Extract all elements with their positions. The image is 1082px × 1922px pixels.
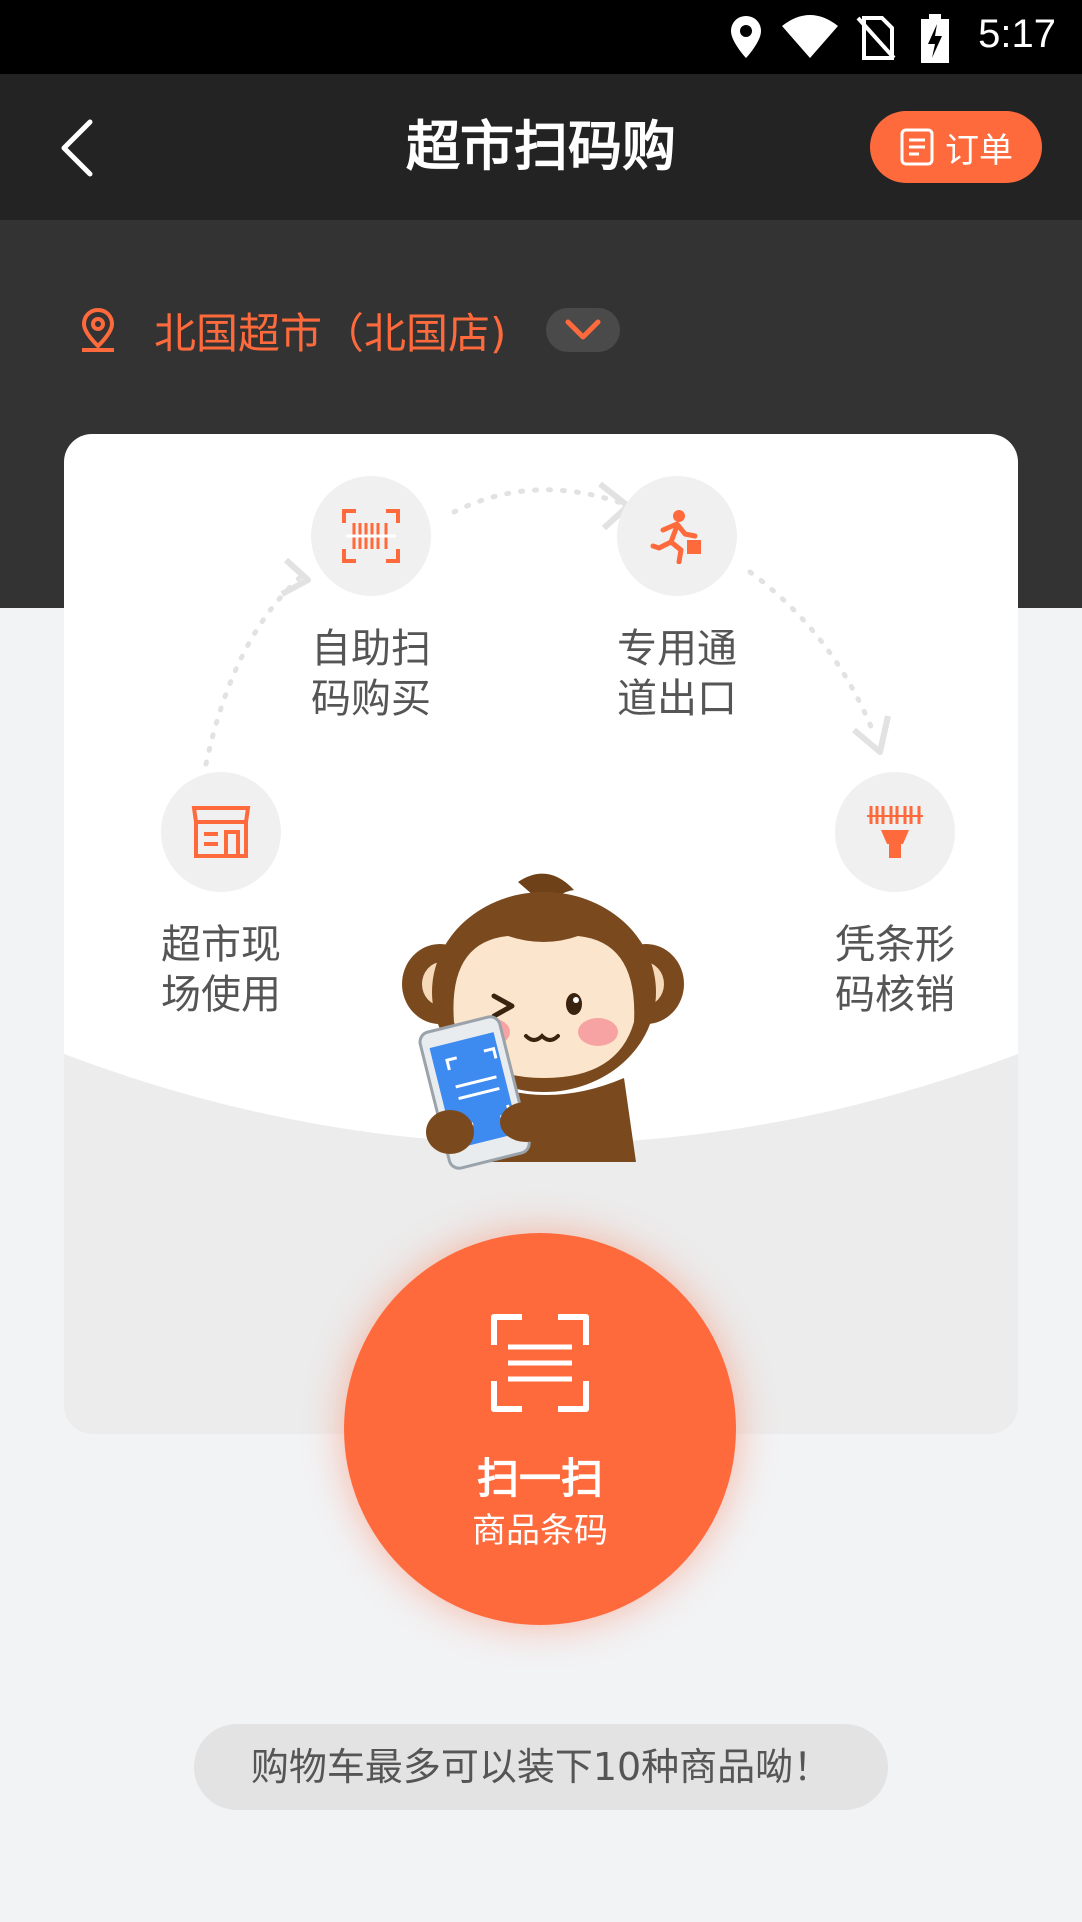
monkey-mascot-illustration (402, 873, 684, 1170)
step-self-scan-label: 自助扫码购买 (311, 626, 431, 722)
cart-limit-tip: 购物车最多可以装下10种商品呦！ (194, 1724, 888, 1810)
status-time: 5:17 (978, 12, 1056, 56)
navigation-bar: 超市扫码购 订单 (0, 74, 1082, 220)
scan-button-title: 扫一扫 (476, 1454, 603, 1503)
store-name: 北国超市（北国店) (154, 308, 507, 358)
store-icon (191, 806, 251, 858)
step-verify-label: 凭条形码核销 (835, 922, 955, 1018)
scan-barcode-button[interactable]: 扫一扫 商品条码 (344, 1233, 736, 1625)
step-self-scan: 自助扫码购买 (286, 476, 456, 724)
order-button[interactable]: 订单 (870, 111, 1042, 183)
step-self-scan-circle (311, 476, 431, 596)
barcode-scan-icon (342, 509, 400, 563)
scan-frame-icon (491, 1314, 589, 1412)
store-selector[interactable]: 北国超市（北国店) (78, 300, 621, 360)
battery-charging-icon (921, 14, 949, 63)
step-verify-circle (835, 772, 955, 892)
step-store: 超市现场使用 (136, 772, 306, 1020)
step-exit: 专用通道出口 (592, 476, 762, 724)
order-list-icon (900, 128, 934, 166)
step-store-circle (161, 772, 281, 892)
no-sim-icon (856, 16, 896, 60)
step-exit-label: 专用通道出口 (617, 626, 737, 722)
barcode-scanner-icon (867, 806, 923, 858)
wifi-icon (782, 15, 838, 58)
scan-button-subtitle: 商品条码 (472, 1511, 608, 1551)
step-store-label: 超市现场使用 (161, 922, 281, 1018)
order-button-label: 订单 (945, 130, 1013, 171)
location-pin-icon (731, 16, 761, 58)
status-bar: 5:17 (0, 0, 1082, 74)
step-verify: 凭条形码核销 (810, 772, 980, 1020)
step-exit-circle (617, 476, 737, 596)
chevron-down-icon (565, 319, 601, 340)
location-icon (81, 307, 115, 352)
running-person-icon (650, 510, 701, 564)
store-dropdown-button[interactable] (546, 308, 621, 352)
